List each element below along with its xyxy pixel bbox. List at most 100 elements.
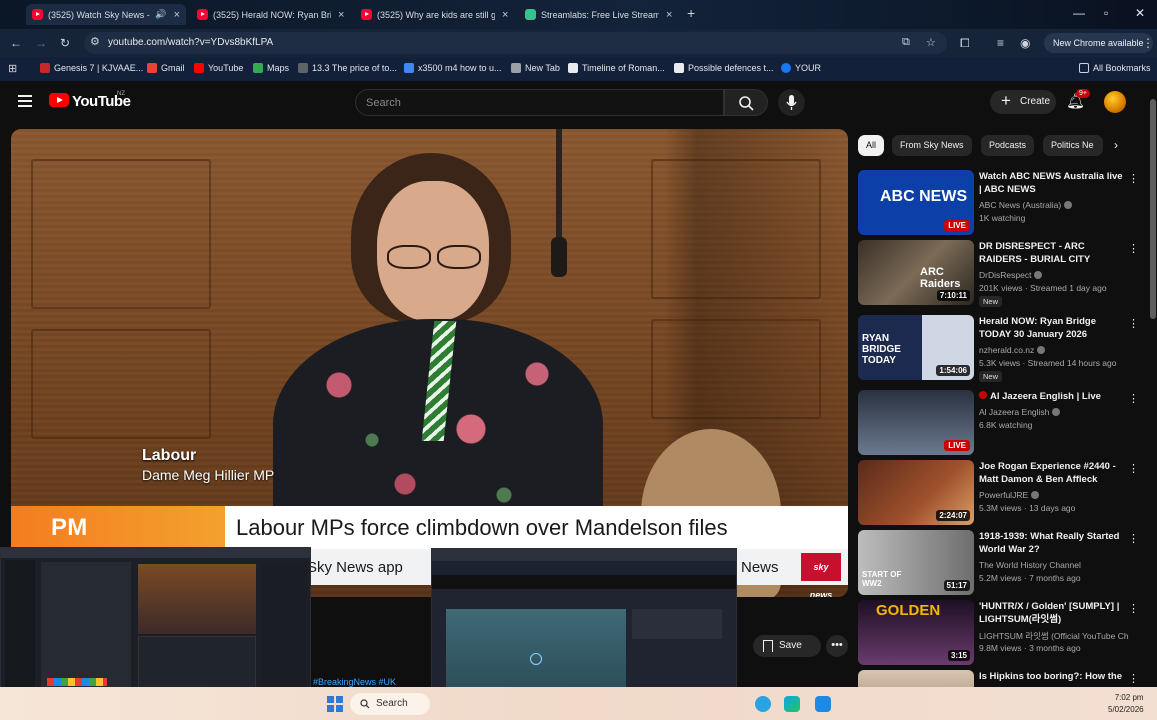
maps-icon xyxy=(253,63,263,73)
search-input[interactable]: Search xyxy=(355,89,724,116)
more-options-icon[interactable]: ⋮ xyxy=(1128,172,1139,185)
recommended-video[interactable]: START OF WW2 51:17 1918-1939: What Reall… xyxy=(858,530,1148,596)
youtube-logo-icon[interactable] xyxy=(49,93,69,107)
video-thumbnail[interactable]: ABC NEWS LIVE xyxy=(858,170,974,235)
bookmark-star-icon[interactable]: ☆ xyxy=(926,36,936,49)
profile-icon[interactable]: ◉ xyxy=(1020,36,1030,50)
channel-name[interactable]: Al Jazeera English xyxy=(979,407,1061,417)
more-options-icon[interactable]: ⋮ xyxy=(1128,532,1139,545)
site-info-icon[interactable]: ⚙ xyxy=(90,35,100,48)
browser-tab-4[interactable]: Streamlabs: Free Live Streaming × xyxy=(519,4,679,25)
close-tab-icon[interactable]: × xyxy=(502,9,508,21)
more-options-icon[interactable]: ⋮ xyxy=(1128,462,1139,475)
close-tab-icon[interactable]: × xyxy=(666,9,672,21)
maximize-icon[interactable]: ▫ xyxy=(1104,6,1108,20)
channel-name[interactable]: nzherald.co.nz xyxy=(979,345,1046,355)
bookmark-item[interactable]: 13.3 The price of to... xyxy=(298,63,397,73)
recommended-video[interactable]: LIVE Al Jazeera English | Live Al Jazeer… xyxy=(858,390,1148,456)
chevron-right-icon[interactable]: › xyxy=(1114,138,1118,152)
video-hashtags[interactable]: #BreakingNews #UK xyxy=(313,677,396,687)
bookmark-item[interactable]: Maps xyxy=(253,63,289,73)
page-scrollbar[interactable] xyxy=(1149,83,1157,688)
video-title[interactable]: Herald NOW: Ryan Bridge TODAY 30 January… xyxy=(979,315,1124,341)
minimize-icon[interactable]: — xyxy=(1073,6,1085,20)
browser-tab-2[interactable]: (3525) Herald NOW: Ryan Bridg × xyxy=(191,4,351,25)
extensions-icon[interactable]: ⧠ xyxy=(960,36,970,51)
close-window-icon[interactable]: ✕ xyxy=(1135,6,1145,20)
address-bar[interactable]: ⚙ youtube.com/watch?v=YDvs8bKfLPA ⧉ ☆ xyxy=(84,32,947,54)
close-tab-icon[interactable]: × xyxy=(338,9,344,21)
bookmark-item[interactable]: YouTube xyxy=(194,63,243,73)
channel-name[interactable]: DrDisRespect xyxy=(979,270,1043,280)
create-button[interactable]: Create xyxy=(990,89,1056,114)
telegram-icon[interactable] xyxy=(755,696,771,712)
channel-name[interactable]: ABC News (Australia) xyxy=(979,200,1073,210)
bookmark-item[interactable]: Genesis 7 | KJVAAE... xyxy=(40,63,143,73)
video-title[interactable]: 'HUNTR/X / Golden' [SUMPLY] | LIGHTSUM(라… xyxy=(979,600,1124,626)
bookmark-item[interactable]: YOUR xyxy=(781,63,821,73)
video-thumbnail[interactable]: 2:24:07 xyxy=(858,460,974,525)
save-button[interactable]: Save xyxy=(753,635,821,657)
video-thumbnail[interactable]: LIVE xyxy=(858,390,974,455)
channel-name[interactable]: PowerfulJRE xyxy=(979,490,1040,500)
forward-icon[interactable]: → xyxy=(35,36,47,50)
bookmark-item[interactable]: New Tab xyxy=(511,63,560,73)
video-title[interactable]: Al Jazeera English | Live xyxy=(979,390,1124,403)
new-chrome-button[interactable]: New Chrome available xyxy=(1044,33,1153,53)
system-clock[interactable]: 7:02 pm 5/02/2026 xyxy=(1108,692,1144,716)
install-app-icon[interactable]: ⧉ xyxy=(902,36,910,49)
back-icon[interactable]: ← xyxy=(10,36,22,50)
more-actions-icon[interactable]: ••• xyxy=(826,635,848,657)
avatar[interactable] xyxy=(1104,91,1126,113)
video-thumbnail[interactable]: ARC Raiders 7:10:11 xyxy=(858,240,974,305)
video-thumbnail[interactable]: RYAN BRIDGE TODAY 1:54:06 xyxy=(858,315,974,380)
recommended-video[interactable]: GOLDEN 3:15 'HUNTR/X / Golden' [SUMPLY] … xyxy=(858,600,1148,666)
channel-name[interactable]: LIGHTSUM 라잇썸 (Official YouTube Cha... xyxy=(979,630,1129,642)
browser-tab-1[interactable]: (3525) Watch Sky News - Yo 🔊 × xyxy=(26,4,186,25)
reading-list-icon[interactable]: ≡ xyxy=(997,36,1004,50)
video-title[interactable]: Is Hipkins too boring?: How the xyxy=(979,670,1124,683)
bookmark-item[interactable]: Possible defences t... xyxy=(674,63,774,73)
chip-from-sky-news[interactable]: From Sky News xyxy=(892,135,972,156)
taskbar-app-icon[interactable] xyxy=(815,696,831,712)
video-title[interactable]: Watch ABC NEWS Australia live | ABC NEWS xyxy=(979,170,1124,196)
bookmark-item[interactable]: Gmail xyxy=(147,63,185,73)
video-title[interactable]: Joe Rogan Experience #2440 - Matt Damon … xyxy=(979,460,1124,486)
more-options-icon[interactable]: ⋮ xyxy=(1128,672,1139,685)
new-tab-button[interactable]: + xyxy=(687,5,695,21)
channel-name[interactable]: The World History Channel xyxy=(979,560,1081,570)
more-options-icon[interactable]: ⋮ xyxy=(1128,317,1139,330)
scrollbar-thumb[interactable] xyxy=(1150,99,1156,319)
recommended-video[interactable]: ABC NEWS LIVE Watch ABC NEWS Australia l… xyxy=(858,170,1148,236)
chip-podcasts[interactable]: Podcasts xyxy=(981,135,1035,156)
chip-all[interactable]: All xyxy=(858,135,885,156)
search-icon xyxy=(360,699,370,709)
bookmark-item[interactable]: Timeline of Roman... xyxy=(568,63,665,73)
video-player[interactable]: Labour Dame Meg Hillier MP PM PRESSURE L… xyxy=(11,129,848,597)
video-thumbnail[interactable]: GOLDEN 3:15 xyxy=(858,600,974,665)
video-title[interactable]: 1918-1939: What Really Started World War… xyxy=(979,530,1124,556)
video-thumbnail[interactable]: START OF WW2 51:17 xyxy=(858,530,974,595)
browser-tab-3[interactable]: (3525) Why are kids are still go × xyxy=(355,4,515,25)
menu-icon[interactable] xyxy=(18,95,32,107)
recommended-video[interactable]: 2:24:07 Joe Rogan Experience #2440 - Mat… xyxy=(858,460,1148,526)
tab-title: (3525) Herald NOW: Ryan Bridg xyxy=(213,9,331,20)
taskbar-search[interactable]: Search xyxy=(350,693,430,715)
chip-politics[interactable]: Politics Ne xyxy=(1043,135,1103,156)
video-title[interactable]: DR DISRESPECT - ARC RAIDERS - BURIAL CIT… xyxy=(979,240,1124,266)
reload-icon[interactable]: ↻ xyxy=(60,36,70,50)
recommended-video[interactable]: RYAN BRIDGE TODAY 1:54:06 Herald NOW: Ry… xyxy=(858,315,1148,382)
windows-start-icon[interactable] xyxy=(327,696,343,712)
more-options-icon[interactable]: ⋮ xyxy=(1128,242,1139,255)
bookmark-item[interactable]: x3500 m4 how to u... xyxy=(404,63,502,73)
more-options-icon[interactable]: ⋮ xyxy=(1128,602,1139,615)
search-button[interactable] xyxy=(724,89,768,116)
close-tab-icon[interactable]: × xyxy=(174,9,180,21)
menu-dots-icon[interactable]: ⋮ xyxy=(1142,36,1154,50)
all-bookmarks-button[interactable]: All Bookmarks xyxy=(1079,63,1151,73)
edge-icon[interactable] xyxy=(784,696,800,712)
recommended-video[interactable]: ARC Raiders 7:10:11 DR DISRESPECT - ARC … xyxy=(858,240,1148,307)
more-options-icon[interactable]: ⋮ xyxy=(1128,392,1139,405)
apps-grid-icon[interactable]: ⊞ xyxy=(8,62,17,75)
voice-search-button[interactable] xyxy=(778,89,805,116)
